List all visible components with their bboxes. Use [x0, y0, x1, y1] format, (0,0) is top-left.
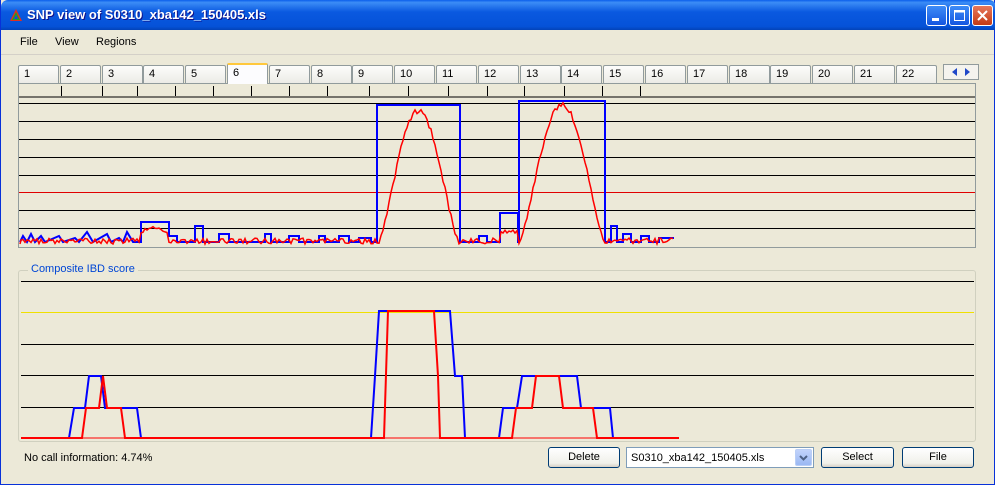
menu-view[interactable]: View — [55, 36, 79, 48]
tab-chr-6[interactable]: 6 — [227, 63, 268, 84]
close-button[interactable] — [972, 5, 993, 26]
tab-chr-17[interactable]: 17 — [687, 65, 728, 83]
tab-panel — [18, 83, 976, 248]
tab-chr-9[interactable]: 9 — [352, 65, 393, 83]
chevron-down-icon — [799, 455, 808, 461]
tab-scroll-control — [943, 64, 979, 80]
tab-chr-13[interactable]: 13 — [520, 65, 561, 83]
file-select-value: S0310_xba142_150405.xls — [631, 452, 765, 464]
tab-chr-20[interactable]: 20 — [812, 65, 853, 83]
tab-chr-10[interactable]: 10 — [394, 65, 435, 83]
close-icon — [977, 10, 988, 21]
minimize-icon — [932, 18, 939, 21]
tab-chr-3[interactable]: 3 — [102, 65, 143, 83]
window-title: SNP view of S0310_xba142_150405.xls — [27, 7, 266, 22]
chromosome-tabs: 1 2 3 4 5 6 7 8 9 10 11 12 13 14 15 16 17 18 19 20 21 22 — [18, 63, 943, 84]
title-bar[interactable]: SNP view of S0310_xba142_150405.xls — [1, 0, 995, 30]
no-call-info: No call information: 4.74% — [24, 452, 153, 464]
arrow-left-icon[interactable] — [952, 68, 957, 76]
red-ibd-trace — [21, 310, 679, 439]
tab-chr-21[interactable]: 21 — [854, 65, 895, 83]
file-select[interactable]: S0310_xba142_150405.xls — [626, 447, 814, 468]
tab-chr-22[interactable]: 22 — [896, 65, 937, 83]
tab-chr-5[interactable]: 5 — [185, 65, 226, 83]
tab-chr-11[interactable]: 11 — [436, 65, 477, 83]
maximize-icon — [954, 10, 965, 21]
tab-chr-7[interactable]: 7 — [269, 65, 310, 83]
menu-regions[interactable]: Regions — [96, 36, 136, 48]
maximize-button[interactable] — [949, 5, 970, 26]
tab-chr-19[interactable]: 19 — [770, 65, 811, 83]
menu-file[interactable]: File — [20, 36, 38, 48]
arrow-right-icon[interactable] — [965, 68, 970, 76]
snp-plot — [19, 86, 975, 247]
tab-chr-12[interactable]: 12 — [478, 65, 519, 83]
tab-chr-18[interactable]: 18 — [729, 65, 770, 83]
ibd-score-group: Composite IBD score — [18, 263, 976, 442]
tab-chr-8[interactable]: 8 — [311, 65, 352, 83]
app-icon — [10, 9, 22, 21]
file-button[interactable]: File — [902, 447, 974, 468]
snp-view-window: SNP view of S0310_xba142_150405.xls File… — [0, 0, 995, 485]
ibd-plot — [21, 281, 974, 439]
red-snp-trace — [19, 101, 674, 247]
menu-bar: File View Regions — [1, 30, 994, 55]
tab-chr-15[interactable]: 15 — [603, 65, 644, 83]
minimize-button[interactable] — [926, 5, 947, 26]
tab-chr-14[interactable]: 14 — [561, 65, 602, 83]
delete-button[interactable]: Delete — [548, 447, 620, 468]
blue-ibd-trace — [21, 310, 614, 439]
tab-chr-16[interactable]: 16 — [645, 65, 686, 83]
select-button[interactable]: Select — [821, 447, 894, 468]
blue-snp-trace — [19, 100, 674, 244]
tab-chr-2[interactable]: 2 — [60, 65, 101, 83]
dropdown-button[interactable] — [795, 449, 812, 466]
tab-chr-1[interactable]: 1 — [18, 65, 59, 83]
tab-chr-4[interactable]: 4 — [143, 65, 184, 83]
